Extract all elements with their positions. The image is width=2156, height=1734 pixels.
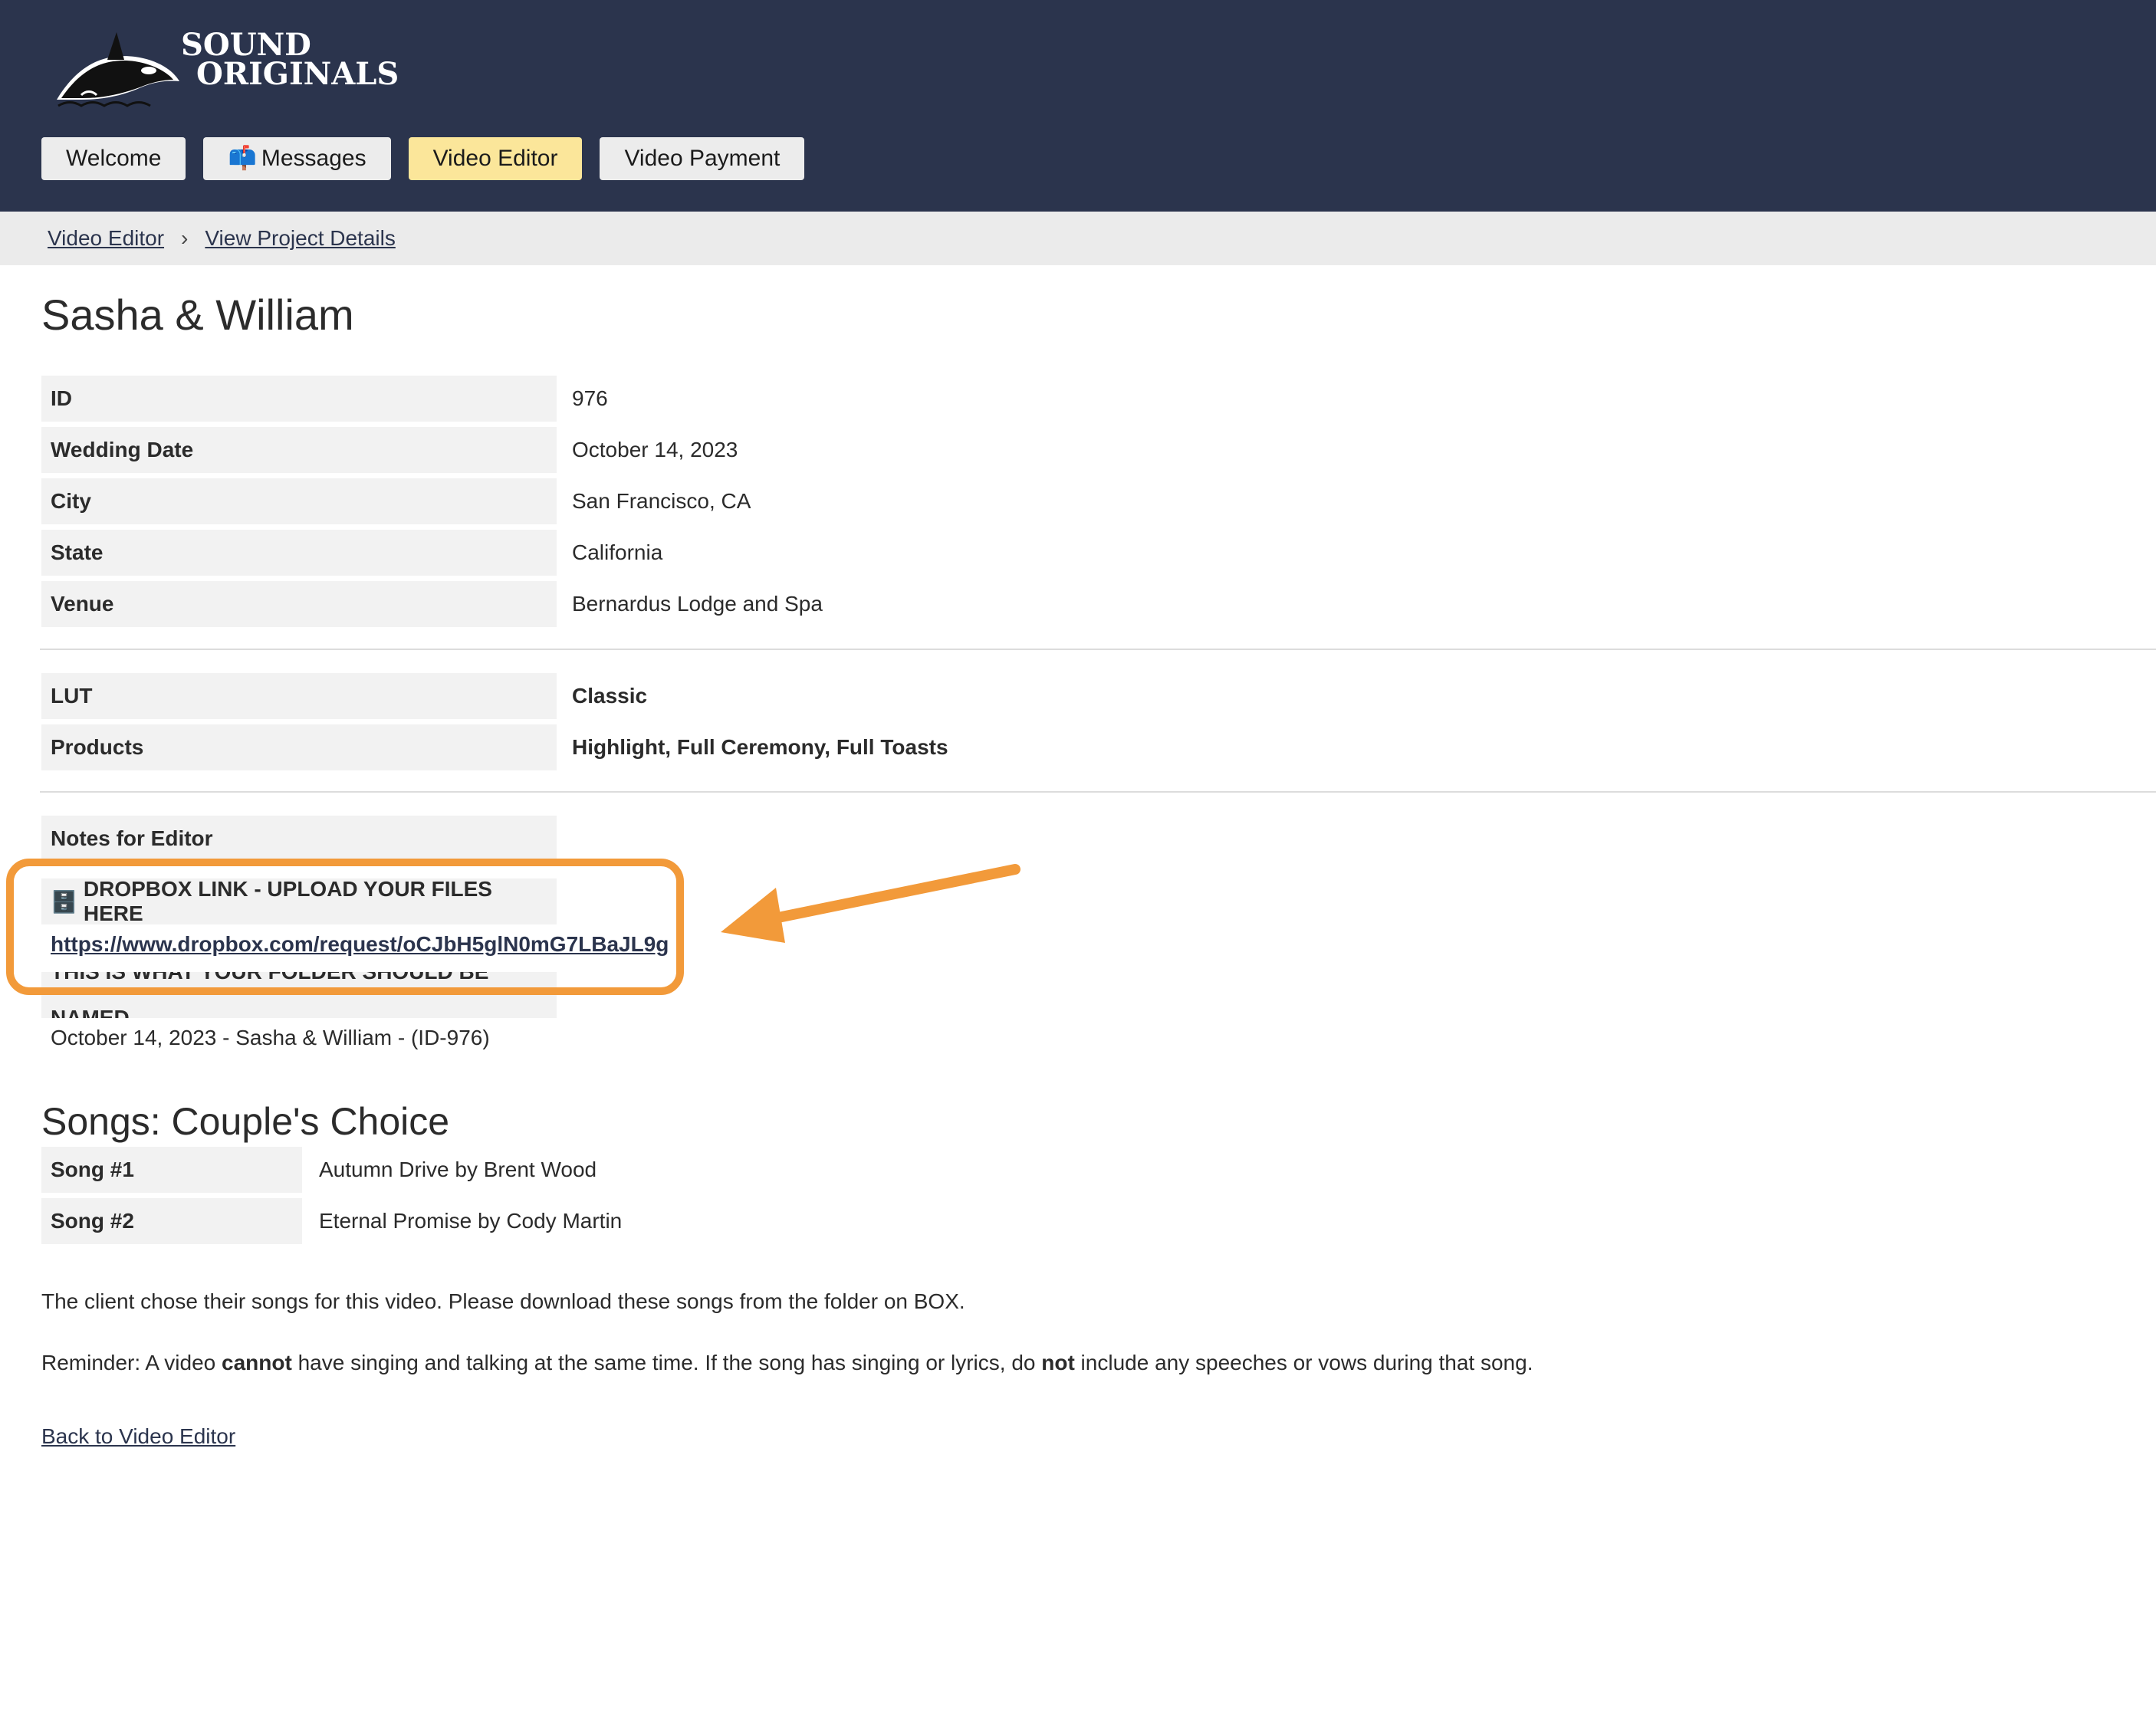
brand-name: SOUND ORIGINALS bbox=[181, 30, 399, 92]
detail-value: October 14, 2023 bbox=[572, 438, 738, 461]
nav-messages-button[interactable]: 📫 Messages bbox=[203, 137, 391, 180]
detail-label: Venue bbox=[41, 581, 557, 627]
reminder-part: Reminder: A video bbox=[41, 1351, 222, 1374]
song-value: Eternal Promise by Cody Martin bbox=[319, 1209, 623, 1233]
reminder-part: have singing and talking at the same tim… bbox=[291, 1351, 1042, 1374]
folder-name-value: October 14, 2023 - Sasha & William - (ID… bbox=[51, 1026, 490, 1049]
song-value: Autumn Drive by Brent Wood bbox=[319, 1158, 597, 1181]
section-divider bbox=[40, 649, 2156, 650]
nav-messages-label: Messages bbox=[261, 146, 366, 171]
song-label: Song #2 bbox=[41, 1198, 302, 1244]
breadcrumb-video-editor-link[interactable]: Video Editor bbox=[48, 226, 164, 251]
detail-value: Bernardus Lodge and Spa bbox=[572, 592, 823, 616]
detail-row-wedding-date: Wedding Date October 14, 2023 bbox=[41, 427, 738, 473]
reminder-part: include any speeches or vows during that… bbox=[1074, 1351, 1533, 1374]
song-row: Song #1 Autumn Drive by Brent Wood bbox=[41, 1147, 597, 1193]
detail-row-city: City San Francisco, CA bbox=[41, 478, 751, 524]
detail-label: State bbox=[41, 530, 557, 576]
spec-row-products: Products Highlight, Full Ceremony, Full … bbox=[41, 724, 948, 770]
detail-value: 976 bbox=[572, 386, 608, 410]
detail-row-venue: Venue Bernardus Lodge and Spa bbox=[41, 581, 823, 627]
songs-info-text: The client chose their songs for this vi… bbox=[41, 1289, 965, 1313]
chevron-right-icon: › bbox=[181, 226, 189, 250]
breadcrumb-project-details-link[interactable]: View Project Details bbox=[205, 226, 395, 251]
reminder-emphasis: cannot bbox=[222, 1351, 292, 1374]
mailbox-icon: 📫 bbox=[228, 146, 257, 171]
detail-label: ID bbox=[41, 376, 557, 422]
breadcrumb-bar: Video Editor › View Project Details bbox=[0, 212, 2156, 265]
back-to-video-editor-link[interactable]: Back to Video Editor bbox=[41, 1424, 235, 1449]
nav-video-editor-button[interactable]: Video Editor bbox=[408, 137, 583, 180]
songs-heading: Songs: Couple's Choice bbox=[41, 1100, 450, 1143]
song-label: Song #1 bbox=[41, 1147, 302, 1193]
spec-row-lut: LUT Classic bbox=[41, 673, 647, 719]
nav-welcome-button[interactable]: Welcome bbox=[41, 137, 186, 180]
spec-label: Products bbox=[41, 724, 557, 770]
page-title: Sasha & William bbox=[41, 291, 354, 339]
spec-value: Highlight, Full Ceremony, Full Toasts bbox=[572, 735, 948, 759]
detail-value: San Francisco, CA bbox=[572, 489, 751, 513]
reminder-emphasis: not bbox=[1041, 1351, 1075, 1374]
arrow-annotation-icon bbox=[721, 864, 1020, 943]
notes-for-editor-label: Notes for Editor bbox=[41, 816, 557, 862]
section-divider bbox=[40, 791, 2156, 793]
orca-icon bbox=[57, 32, 179, 107]
sound-originals-logo[interactable]: SOUND ORIGINALS bbox=[51, 26, 399, 110]
site-header: SOUND ORIGINALS Welcome 📫 Messages Video … bbox=[0, 0, 2156, 212]
song-row: Song #2 Eternal Promise by Cody Martin bbox=[41, 1198, 622, 1244]
nav-welcome-label: Welcome bbox=[66, 146, 162, 171]
spec-value: Classic bbox=[572, 684, 648, 708]
detail-row-id: ID 976 bbox=[41, 376, 608, 422]
nav-video-payment-button[interactable]: Video Payment bbox=[600, 137, 805, 180]
spec-label: LUT bbox=[41, 673, 557, 719]
brand-line-2: ORIGINALS bbox=[196, 56, 399, 92]
detail-row-state: State California bbox=[41, 530, 662, 576]
detail-value: California bbox=[572, 540, 663, 564]
breadcrumb: Video Editor › View Project Details bbox=[48, 212, 396, 265]
detail-label: City bbox=[41, 478, 557, 524]
detail-label: Wedding Date bbox=[41, 427, 557, 473]
nav-video-editor-label: Video Editor bbox=[432, 146, 558, 171]
nav-video-payment-label: Video Payment bbox=[624, 146, 781, 171]
highlight-box bbox=[6, 859, 684, 995]
main-nav: Welcome 📫 Messages Video Editor Video Pay… bbox=[41, 137, 805, 180]
reminder-text: Reminder: A video cannot have singing an… bbox=[41, 1351, 1533, 1375]
